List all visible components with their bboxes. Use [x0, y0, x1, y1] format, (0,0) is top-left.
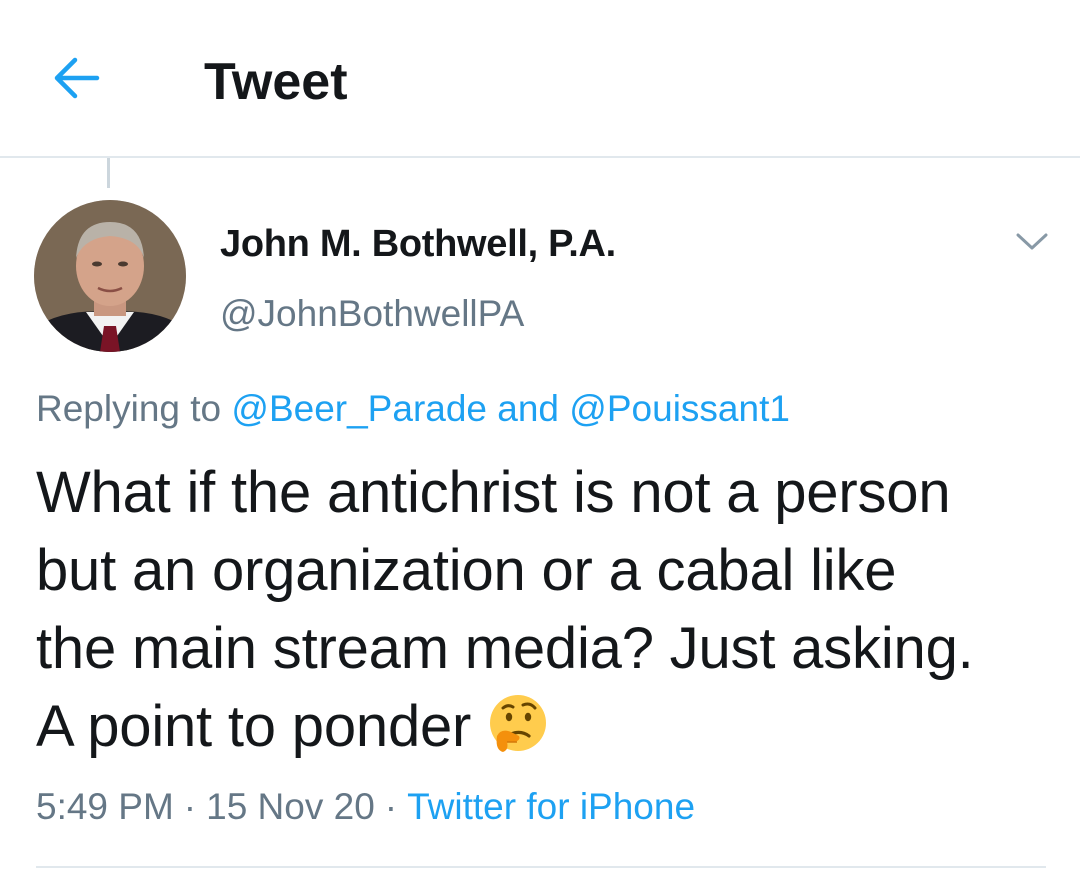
tweet-text: What if the antichrist is not a person b…: [36, 454, 1056, 766]
profile-photo: [34, 200, 186, 352]
tweet-text-line: but an organization or a cabal like: [36, 538, 897, 603]
tweet-text-line: What if the antichrist is not a person: [36, 460, 951, 525]
author-display-name[interactable]: John M. Bothwell, P.A.: [220, 222, 616, 266]
mention-link[interactable]: @Beer_Parade: [231, 388, 487, 429]
top-app-bar: Tweet: [0, 0, 1080, 158]
tweet-menu-button[interactable]: [1008, 222, 1056, 262]
arrow-left-icon: [54, 57, 100, 99]
tweet-source-link[interactable]: Twitter for iPhone: [407, 786, 695, 827]
tweet-text-line: the main stream media? Just asking.: [36, 616, 974, 681]
replying-prefix: Replying to: [36, 388, 232, 429]
thinking-face-emoji: [490, 695, 547, 752]
tweet-meta: 5:49 PM · 15 Nov 20 · Twitter for iPhone: [36, 784, 695, 830]
replying-conjunction[interactable]: and: [487, 388, 569, 429]
chevron-down-icon: [1016, 233, 1048, 250]
tweet-text-line-last: A point to ponder: [36, 688, 1056, 766]
mention-link[interactable]: @Pouissant1: [569, 388, 790, 429]
replying-to-line: Replying to @Beer_Parade and @Pouissant1: [36, 386, 790, 432]
back-button[interactable]: [44, 46, 108, 110]
tweet-text-last-segment: A point to ponder: [36, 694, 472, 759]
page-title: Tweet: [204, 53, 348, 111]
meta-separator: ·: [384, 786, 398, 827]
thread-connector-line: [107, 158, 110, 188]
author-handle[interactable]: @JohnBothwellPA: [220, 292, 524, 336]
meta-separator: ·: [183, 786, 197, 827]
tweet-date[interactable]: 15 Nov 20: [206, 786, 375, 827]
tweet-time[interactable]: 5:49 PM: [36, 786, 174, 827]
divider: [36, 866, 1046, 868]
avatar[interactable]: [34, 200, 186, 352]
